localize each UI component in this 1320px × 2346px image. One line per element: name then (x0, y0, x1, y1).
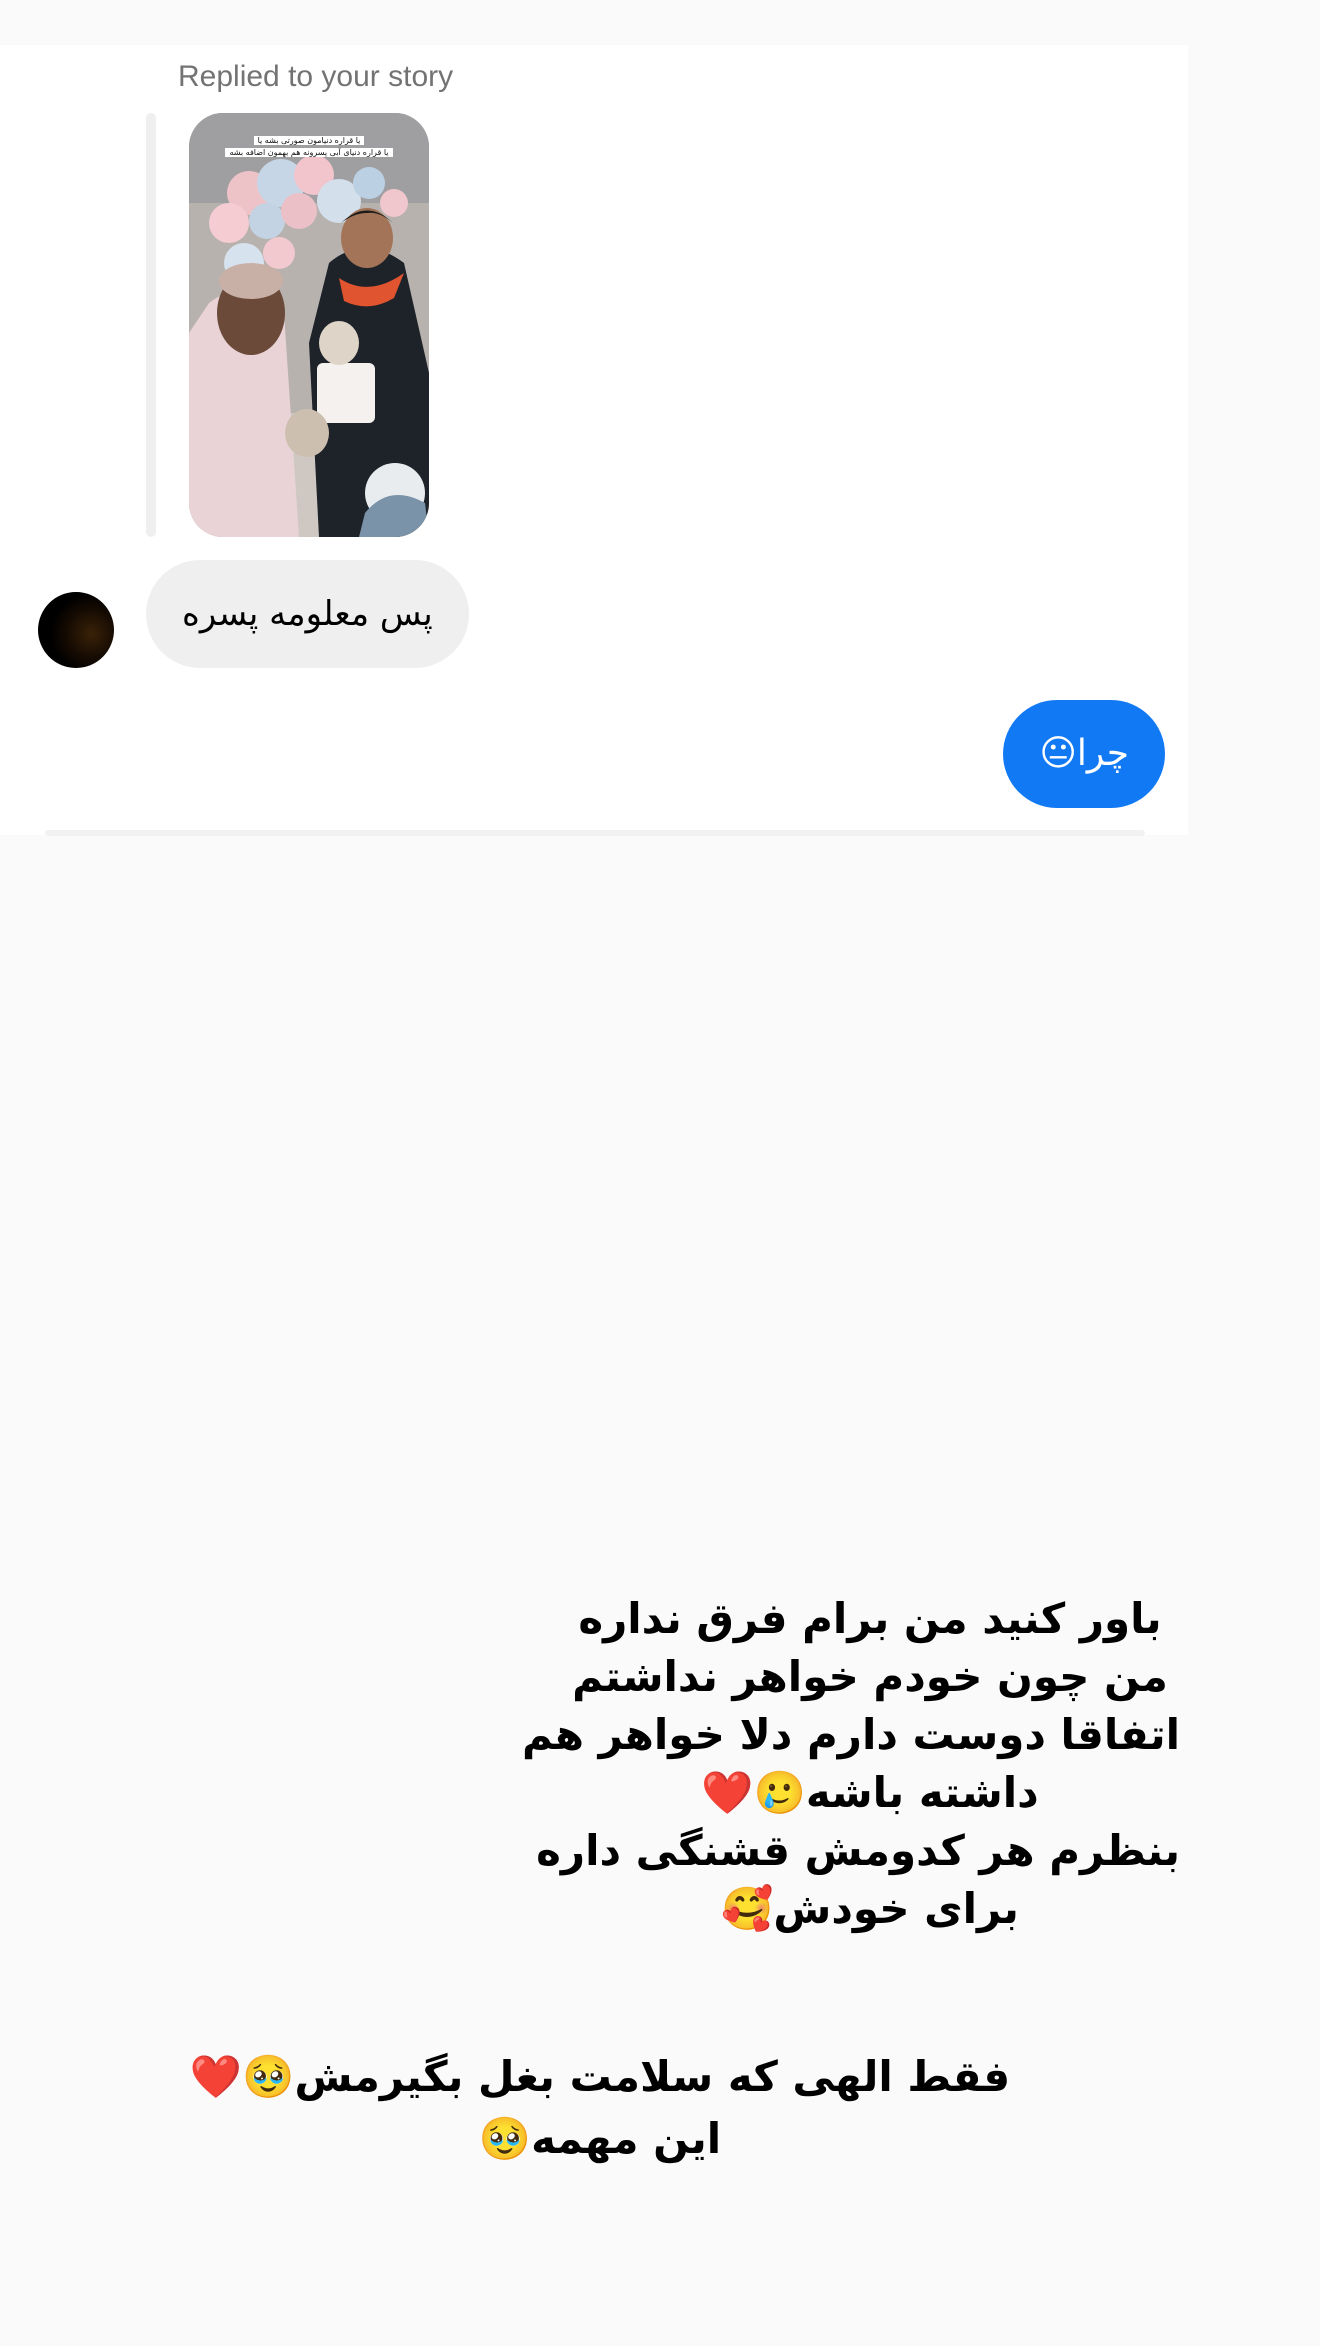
reply-quote-bar (146, 113, 156, 537)
story-text-line: برای خودش🥰 (721, 1884, 1019, 1933)
story-text-block-2: فقط الهی که سلامت بغل بگیرمش🥹❤️ این مهمه… (180, 2046, 1020, 2170)
avatar[interactable] (38, 592, 114, 668)
story-caption-line-2: یا قراره دنیای آبی پسرونه هم بهمون اضافه… (225, 148, 393, 157)
replied-to-story-label: Replied to your story (178, 60, 454, 93)
story-text-block-1: باور کنید من برام فرق نداره من چون خودم … (521, 1590, 1180, 1938)
story-image (189, 113, 429, 537)
story-text-line: اتفاقا دوست دارم دلا خواهر هم (521, 1710, 1180, 1759)
incoming-message-bubble[interactable]: پس معلومه پسره (146, 560, 469, 668)
story-text-line: فقط الهی که سلامت بغل بگیرمش🥹❤️ (189, 2052, 1011, 2101)
chat-thread-card (0, 45, 1188, 835)
story-text-line: این مهمه🥹 (478, 2114, 722, 2163)
story-text-line: بنظرم هر کدومش قشنگی داره (536, 1826, 1180, 1875)
story-caption: یا قراره دنیامون صورتی بشه یا یا قراره د… (205, 135, 413, 159)
story-text-line: داشته باشه🥲❤️ (701, 1768, 1039, 1817)
story-text-line: من چون خودم خواهر نداشتم (572, 1652, 1168, 1701)
outgoing-message-bubble[interactable]: چرا😐 (1003, 700, 1165, 808)
story-text-line: باور کنید من برام فرق نداره (578, 1594, 1162, 1643)
story-thumbnail[interactable]: یا قراره دنیامون صورتی بشه یا یا قراره د… (189, 113, 429, 537)
story-caption-line-1: یا قراره دنیامون صورتی بشه یا (253, 136, 365, 145)
thread-divider (45, 830, 1145, 836)
